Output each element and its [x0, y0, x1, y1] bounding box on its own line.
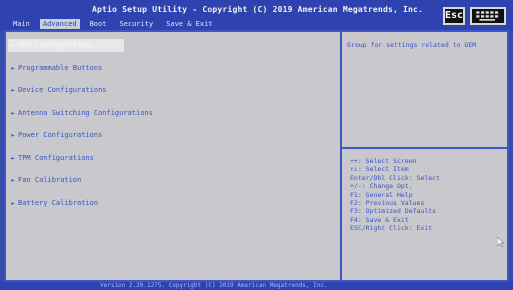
legend-select-screen: ++: Select Screen	[350, 157, 417, 165]
legend-change-option: +/-: Change Opt.	[350, 182, 413, 191]
menu-item-label: Programmable Buttons	[18, 63, 103, 72]
mouse-pointer-icon	[497, 237, 505, 247]
tab-save-exit[interactable]: Save & Exit	[163, 19, 215, 29]
tab-main[interactable]: Main	[10, 19, 33, 29]
submenu-arrow-icon: ►	[11, 64, 15, 72]
menu-item-device-configurations[interactable]: ► Device Configurations	[8, 84, 338, 97]
menu-item-antenna-switching-configurations[interactable]: ► Antenna Switching Configurations	[8, 107, 338, 120]
legend-select-item: ↑↓: Select Item	[350, 165, 409, 174]
menu-item-battery-calibration[interactable]: ► Battery Calibration	[8, 197, 338, 210]
keyboard-icon[interactable]	[470, 7, 506, 25]
esc-button[interactable]: Esc	[443, 7, 465, 25]
menu-item-label: Fan Calibration	[18, 176, 82, 184]
menu-item-label: TPM Configurations	[18, 153, 94, 162]
legend-general-help: F1: General Help	[350, 190, 413, 199]
legend-save-exit: F4: Save & Exit	[350, 215, 409, 224]
bios-screen: Aptio Setup Utility - Copyright (C) 2019…	[0, 0, 513, 290]
legend-enter-select: Enter/Dbl Click: Select	[350, 173, 441, 182]
menu-item-label: Device Configurations	[18, 86, 107, 94]
submenu-arrow-icon: ►	[11, 154, 15, 162]
submenu-arrow-icon: ►	[11, 132, 15, 139]
footer-bar: Version 2.20.1275. Copyright (C) 2019 Am…	[0, 282, 513, 290]
submenu-arrow-icon: ►	[11, 199, 15, 207]
legend-optimized-defaults: F3: Optimized Defaults	[350, 207, 437, 216]
menu-item-label: Antenna Switching Configurations	[18, 108, 153, 117]
menu-item-fan-calibration[interactable]: ► Fan Calibration	[8, 174, 338, 187]
menu-item-power-configurations[interactable]: ► Power Configurations	[8, 129, 338, 142]
menu-item-tpm-configurations[interactable]: ► TPM Configurations	[8, 152, 338, 165]
menu-item-label: Power Configurations	[18, 131, 103, 139]
submenu-arrow-icon: ►	[11, 177, 15, 184]
submenu-arrow-icon: ►	[11, 109, 15, 117]
header-bar: Aptio Setup Utility - Copyright (C) 2019…	[0, 0, 513, 30]
tab-boot[interactable]: Boot	[87, 19, 110, 29]
menu-item-label: Battery Calibration	[18, 198, 99, 207]
utility-title: Aptio Setup Utility - Copyright (C) 2019…	[92, 5, 424, 14]
panel-divider-horizontal	[342, 147, 507, 149]
menu-item-label: OEM Configurations	[18, 41, 94, 49]
tab-bar: Main Advanced Boot Security Save & Exit	[10, 19, 216, 29]
tab-security[interactable]: Security	[116, 19, 156, 29]
submenu-arrow-icon: ►	[11, 42, 15, 49]
menu-item-oem-configurations[interactable]: ► OEM Configurations	[8, 39, 338, 52]
key-legend: ++: Select Screen ↑↓: Select Item Enter/…	[350, 157, 500, 233]
tab-advanced[interactable]: Advanced	[39, 19, 80, 29]
advanced-menu: ► OEM Configurations ► Programmable Button…	[8, 39, 338, 219]
menu-item-programmable-buttons[interactable]: ► Programmable Buttons	[8, 62, 338, 75]
keyboard-icon-graphic	[476, 11, 499, 21]
help-description: Group for settings related to OEM	[347, 41, 477, 49]
legend-previous-values: F2: Previous Values	[350, 199, 425, 208]
legend-exit: ESC/Right Click: Exit	[350, 224, 433, 233]
version-copyright: Version 2.20.1275. Copyright (C) 2019 Am…	[100, 282, 328, 289]
panel-divider-vertical	[340, 30, 342, 282]
submenu-arrow-icon: ►	[11, 87, 15, 94]
